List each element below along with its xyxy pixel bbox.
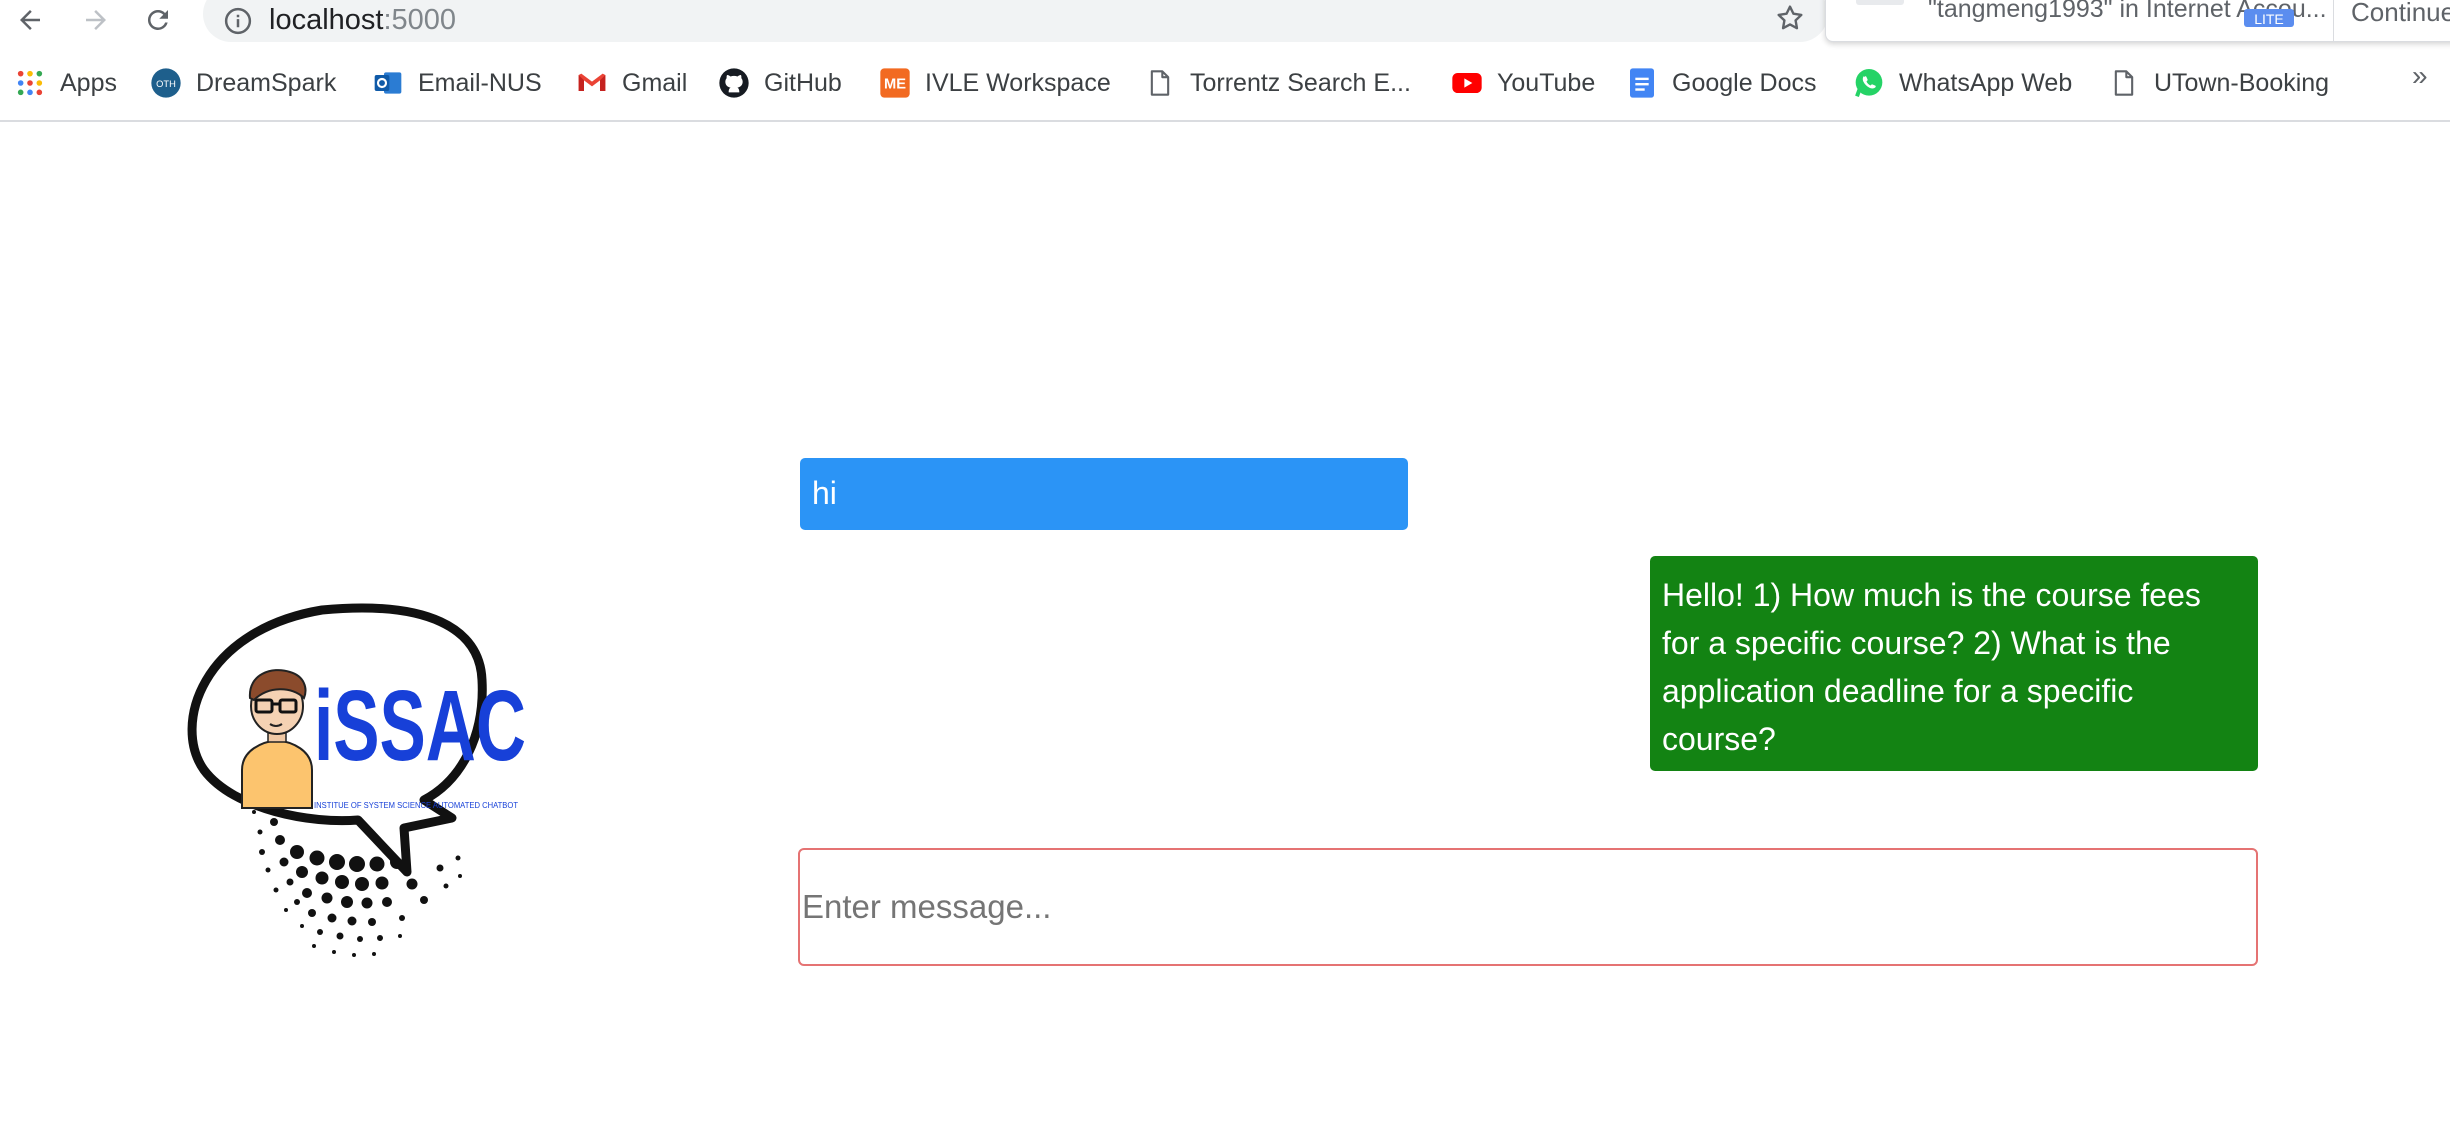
forward-arrow-icon xyxy=(86,10,106,30)
bookmark-label: UTown-Booking xyxy=(2154,68,2330,97)
ivle-icon: ME xyxy=(879,67,911,99)
bookmark-ivle[interactable]: ME IVLE Workspace xyxy=(879,60,1111,106)
bookmark-label: DreamSpark xyxy=(196,68,337,97)
svg-text:OTH: OTH xyxy=(156,79,176,89)
bookmark-dreamspark[interactable]: OTH DreamSpark xyxy=(150,60,336,106)
bookmark-whatsapp[interactable]: WhatsApp Web xyxy=(1853,60,2072,106)
youtube-icon xyxy=(1451,67,1483,99)
bookmark-youtube[interactable]: YouTube xyxy=(1451,60,1595,106)
apps-grid-icon xyxy=(14,67,46,99)
bookmark-label: YouTube xyxy=(1497,68,1596,97)
reload-button[interactable] xyxy=(134,0,182,40)
bookmarks-overflow-chevron[interactable]: » xyxy=(2412,60,2428,92)
whatsapp-icon xyxy=(1853,67,1885,99)
page-icon xyxy=(2108,67,2140,99)
message-input[interactable] xyxy=(798,848,2258,966)
issac-logo: iSSAC INSTITUE OF SYSTEM SCIENCE AUTOMAT… xyxy=(187,603,526,957)
bookmark-email-nus[interactable]: Email-NUS xyxy=(372,60,542,106)
bookmark-label: Torrentz Search E... xyxy=(1190,68,1411,97)
bookmarks-bar: Apps OTH DreamSpark Email-NUS Gmail GitH… xyxy=(0,60,2450,106)
bookmark-gmail[interactable]: Gmail xyxy=(576,60,687,106)
bookmark-torrentz[interactable]: Torrentz Search E... xyxy=(1144,60,1411,106)
logo-subtitle: INSTITUE OF SYSTEM SCIENCE AUTOMATED CHA… xyxy=(314,801,518,810)
reload-icon xyxy=(147,9,168,30)
bookmark-label: Email-NUS xyxy=(418,68,542,97)
back-button[interactable] xyxy=(6,0,54,40)
address-url[interactable]: localhost:5000 xyxy=(269,4,456,37)
bookmark-label: WhatsApp Web xyxy=(1899,68,2073,97)
bookmark-label: Apps xyxy=(60,68,117,97)
url-host: localhost xyxy=(269,4,384,36)
browser-toolbar: localhost:5000 "tangmeng1993" in Interne… xyxy=(0,0,2450,48)
bookmark-google-docs[interactable]: Google Docs xyxy=(1626,60,1817,106)
back-arrow-icon xyxy=(20,10,40,30)
bookmark-label: Google Docs xyxy=(1672,68,1817,97)
account-popup-divider xyxy=(2333,0,2334,41)
bookmark-star-icon[interactable] xyxy=(1774,2,1806,39)
forward-button[interactable] xyxy=(72,0,120,40)
user-message-bubble: hi xyxy=(800,458,1408,530)
page-icon xyxy=(1144,67,1176,99)
svg-text:ME: ME xyxy=(884,76,906,92)
account-popup-badge: LITE xyxy=(2244,9,2294,27)
logo-title: iSSAC xyxy=(314,670,526,782)
bookmark-utown-booking[interactable]: UTown-Booking xyxy=(2108,60,2329,106)
bookmark-label: IVLE Workspace xyxy=(925,68,1111,97)
gmail-icon xyxy=(576,67,608,99)
outlook-icon xyxy=(372,67,404,99)
url-port: :5000 xyxy=(383,4,457,36)
google-docs-icon xyxy=(1626,67,1658,99)
continue-button[interactable]: Continue xyxy=(2351,0,2450,28)
bookmark-label: GitHub xyxy=(764,68,842,97)
toolbar-divider xyxy=(0,120,2450,122)
bookmark-github[interactable]: GitHub xyxy=(718,60,842,106)
bookmark-label: Gmail xyxy=(622,68,688,97)
bookmark-apps[interactable]: Apps xyxy=(14,60,117,106)
account-avatar xyxy=(1856,0,1904,5)
account-sign-in-popup: "tangmeng1993" in Internet Accou... LITE… xyxy=(1825,0,2450,42)
address-bar[interactable]: localhost:5000 xyxy=(203,0,1828,42)
dreamspark-icon: OTH xyxy=(150,67,182,99)
github-icon xyxy=(718,67,750,99)
bot-message-bubble: Hello! 1) How much is the course fees fo… xyxy=(1650,556,2258,771)
site-info-icon[interactable] xyxy=(223,6,253,41)
